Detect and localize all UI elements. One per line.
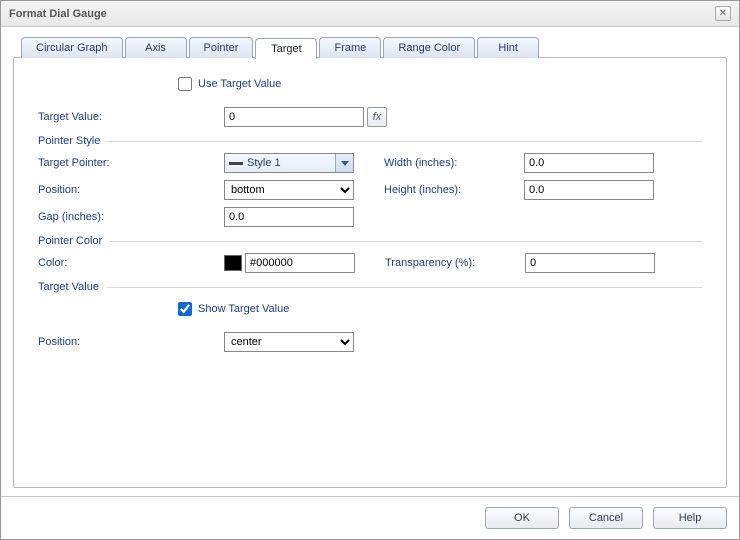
tab-pointer[interactable]: Pointer [189, 37, 254, 58]
target-pointer-label: Target Pointer: [38, 157, 178, 169]
gap-field[interactable] [224, 207, 354, 227]
section-pointer-color: Pointer Color [38, 235, 702, 247]
position-label: Position: [38, 184, 178, 196]
color-field[interactable] [245, 253, 355, 273]
close-icon: ✕ [719, 8, 727, 19]
width-field[interactable] [524, 153, 654, 173]
section-target-value: Target Value [38, 281, 702, 293]
tab-circular-graph[interactable]: Circular Graph [21, 37, 123, 58]
show-target-value-checkbox[interactable] [178, 302, 192, 316]
window-title: Format Dial Gauge [9, 8, 107, 20]
line-style-swatch-icon [229, 162, 243, 165]
use-target-value-checkbox-wrap[interactable]: Use Target Value [178, 77, 281, 91]
show-target-value-checkbox-wrap[interactable]: Show Target Value [178, 302, 289, 316]
position2-select[interactable]: center [224, 332, 354, 352]
help-button[interactable]: Help [653, 507, 727, 529]
height-field[interactable] [524, 180, 654, 200]
target-value-field[interactable] [224, 107, 364, 127]
dialog-content: Circular Graph Axis Pointer Target Frame… [1, 27, 739, 496]
show-target-value-label: Show Target Value [198, 303, 289, 315]
color-swatch[interactable] [224, 255, 242, 271]
height-label: Height (inches): [384, 184, 524, 196]
transparency-label: Transparency (%): [385, 257, 525, 269]
tab-frame[interactable]: Frame [319, 37, 381, 58]
chevron-down-icon [335, 154, 353, 172]
width-label: Width (inches): [384, 157, 524, 169]
dialog-format-dial-gauge: Format Dial Gauge ✕ Circular Graph Axis … [0, 0, 740, 540]
use-target-value-label: Use Target Value [198, 78, 281, 90]
section-pointer-style: Pointer Style [38, 135, 702, 147]
target-pointer-select[interactable]: Style 1 [224, 153, 354, 173]
tab-range-color[interactable]: Range Color [383, 37, 475, 58]
transparency-field[interactable] [525, 253, 655, 273]
dialog-footer: OK Cancel Help [1, 496, 739, 539]
ok-button[interactable]: OK [485, 507, 559, 529]
tab-target[interactable]: Target [255, 38, 317, 59]
titlebar: Format Dial Gauge ✕ [1, 1, 739, 27]
tab-hint[interactable]: Hint [477, 37, 539, 58]
target-value-label: Target Value: [38, 111, 178, 123]
fx-button[interactable]: fx [367, 107, 387, 127]
tab-panel-target: Use Target Value Target Value: fx Pointe… [13, 57, 727, 488]
position2-label: Position: [38, 336, 178, 348]
use-target-value-checkbox[interactable] [178, 77, 192, 91]
target-pointer-value: Style 1 [247, 157, 281, 169]
tabstrip: Circular Graph Axis Pointer Target Frame… [21, 37, 727, 58]
cancel-button[interactable]: Cancel [569, 507, 643, 529]
position-select[interactable]: bottom [224, 180, 354, 200]
close-button[interactable]: ✕ [715, 6, 731, 21]
color-label: Color: [38, 257, 178, 269]
gap-label: Gap (inches): [38, 211, 178, 223]
tab-axis[interactable]: Axis [125, 37, 187, 58]
